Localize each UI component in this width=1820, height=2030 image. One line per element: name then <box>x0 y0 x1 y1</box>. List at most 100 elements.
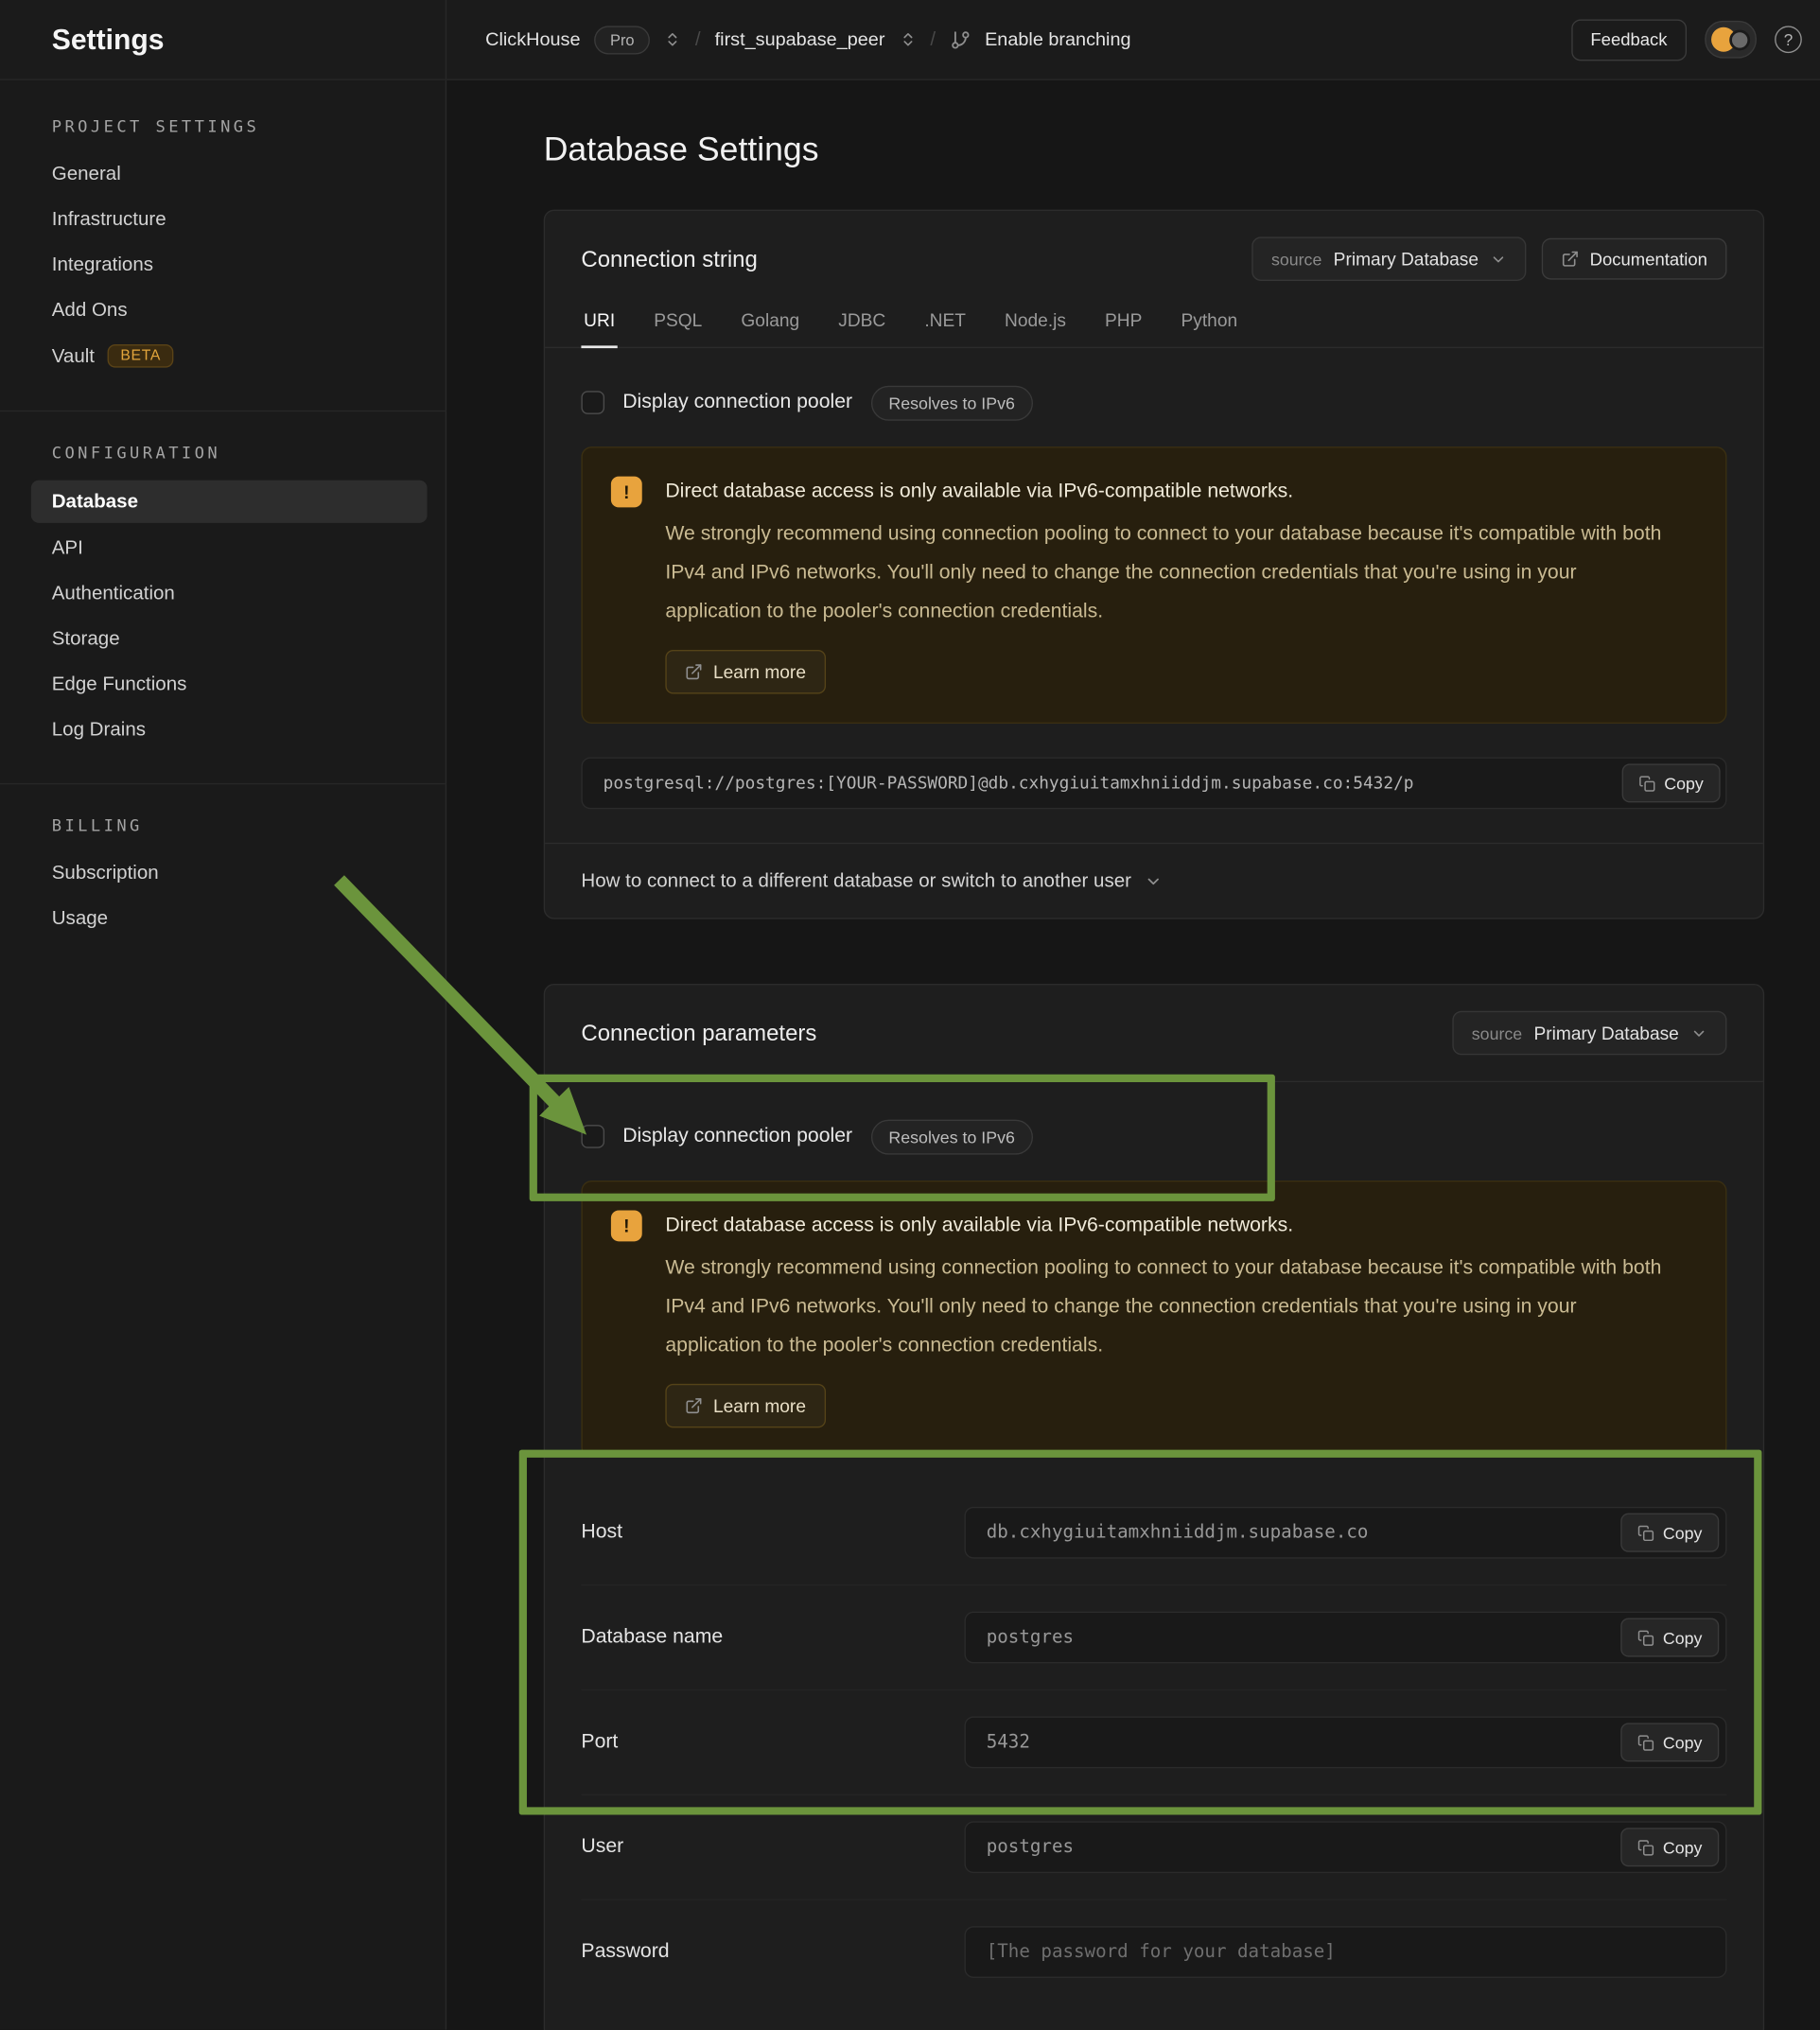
copy-database-name-button[interactable]: Copy <box>1620 1619 1719 1657</box>
copy-uri-button[interactable]: Copy <box>1621 763 1720 802</box>
source-select[interactable]: source Primary Database <box>1452 1011 1726 1056</box>
plan-badge: Pro <box>595 26 650 54</box>
beta-badge: BETA <box>108 344 174 368</box>
field-row-database-name: Database name postgres Copy <box>581 1584 1726 1689</box>
sidebar-item-label: Storage <box>52 628 120 650</box>
feedback-button[interactable]: Feedback <box>1571 19 1687 61</box>
sidebar-divider <box>0 783 446 784</box>
connect-help-toggle[interactable]: How to connect to a different database o… <box>545 843 1763 918</box>
main-content: Database Settings Connection string sour… <box>446 80 1820 2030</box>
sidebar-item-authentication[interactable]: Authentication <box>0 570 446 616</box>
sidebar-item-api[interactable]: API <box>0 526 446 571</box>
source-select[interactable]: source Primary Database <box>1251 236 1526 281</box>
copy-user-button[interactable]: Copy <box>1620 1828 1719 1866</box>
database-name-label: Database name <box>581 1626 964 1650</box>
breadcrumb: ClickHouse Pro / first_supabase_peer / E… <box>485 26 1130 54</box>
copy-icon <box>1637 1629 1654 1646</box>
tab-jdbc[interactable]: JDBC <box>836 299 889 347</box>
sidebar-item-infrastructure[interactable]: Infrastructure <box>0 197 446 242</box>
user-input[interactable]: postgres Copy <box>964 1821 1726 1873</box>
warning-icon: ! <box>611 477 642 508</box>
page-title: Database Settings <box>544 127 1764 171</box>
host-input[interactable]: db.cxhygiuitamxhniiddjm.supabase.co Copy <box>964 1507 1726 1559</box>
field-row-port: Port 5432 Copy <box>581 1689 1726 1794</box>
account-avatar[interactable] <box>1705 21 1757 59</box>
database-name-input[interactable]: postgres Copy <box>964 1612 1726 1664</box>
sidebar-item-log-drains[interactable]: Log Drains <box>0 707 446 752</box>
pooler-label: Display connection pooler <box>622 1125 852 1148</box>
tab-uri[interactable]: URI <box>581 299 617 348</box>
settings-header: Settings <box>0 0 446 79</box>
chevron-down-icon <box>1690 1024 1707 1041</box>
password-label: Password <box>581 1940 964 1964</box>
documentation-button[interactable]: Documentation <box>1542 238 1726 280</box>
chevron-down-icon <box>1145 872 1163 890</box>
copy-label: Copy <box>1664 774 1704 794</box>
settings-sidebar: PROJECT SETTINGS General Infrastructure … <box>0 80 446 2030</box>
connection-string-card: Connection string source Primary Databas… <box>544 210 1764 919</box>
resolves-ipv6-badge: Resolves to IPv6 <box>870 1119 1033 1154</box>
display-connection-pooler-checkbox[interactable] <box>581 391 604 414</box>
org-name[interactable]: ClickHouse <box>485 29 580 50</box>
sidebar-item-usage[interactable]: Usage <box>0 896 446 941</box>
sidebar-item-general[interactable]: General <box>0 151 446 197</box>
breadcrumb-separator: / <box>695 28 701 50</box>
sidebar-item-subscription[interactable]: Subscription <box>0 850 446 896</box>
source-label: source <box>1472 1024 1522 1043</box>
password-input[interactable]: [The password for your database] <box>964 1926 1726 1978</box>
section-title-billing: BILLING <box>0 815 446 850</box>
external-link-icon <box>685 663 703 681</box>
warning-title: Direct database access is only available… <box>665 1210 1662 1241</box>
copy-label: Copy <box>1663 1523 1703 1543</box>
tab-nodejs[interactable]: Node.js <box>1002 299 1068 347</box>
breadcrumb-separator: / <box>930 28 936 50</box>
chevron-updown-icon[interactable] <box>664 29 681 49</box>
sidebar-item-vault[interactable]: Vault BETA <box>0 333 446 379</box>
chevron-down-icon <box>1490 251 1507 268</box>
copy-icon <box>1637 1839 1654 1856</box>
source-value: Primary Database <box>1534 1023 1679 1043</box>
tab-python[interactable]: Python <box>1179 299 1240 347</box>
sidebar-item-database[interactable]: Database <box>31 481 428 523</box>
host-value: db.cxhygiuitamxhniiddjm.supabase.co <box>987 1522 1369 1543</box>
tab-php[interactable]: PHP <box>1102 299 1145 347</box>
connection-string-header: Connection string source Primary Databas… <box>545 211 1763 348</box>
app-title: Settings <box>52 23 165 57</box>
learn-more-button[interactable]: Learn more <box>665 1384 825 1428</box>
sidebar-item-integrations[interactable]: Integrations <box>0 242 446 288</box>
tab-golang[interactable]: Golang <box>739 299 802 347</box>
host-label: Host <box>581 1521 964 1545</box>
sidebar-item-label: Authentication <box>52 583 175 604</box>
external-link-icon <box>1562 250 1580 268</box>
ipv6-warning-box: ! Direct database access is only availab… <box>581 1181 1726 1458</box>
copy-port-button[interactable]: Copy <box>1620 1723 1719 1761</box>
warning-body: We strongly recommend using connection p… <box>665 516 1662 632</box>
connection-uri-value[interactable]: postgresql://postgres:[YOUR-PASSWORD]@db… <box>581 758 1726 810</box>
section-title-configuration: CONFIGURATION <box>0 443 446 478</box>
sidebar-item-label: Edge Functions <box>52 674 187 695</box>
sidebar-item-label: Database <box>52 491 138 513</box>
tab-dotnet[interactable]: .NET <box>922 299 969 347</box>
enable-branching-button[interactable]: Enable branching <box>985 29 1130 50</box>
sidebar-item-storage[interactable]: Storage <box>0 616 446 661</box>
port-input[interactable]: 5432 Copy <box>964 1717 1726 1769</box>
sidebar-item-label: Log Drains <box>52 718 146 740</box>
chevron-updown-icon[interactable] <box>900 29 917 49</box>
copy-host-button[interactable]: Copy <box>1620 1514 1719 1552</box>
warning-icon: ! <box>611 1210 642 1241</box>
help-icon[interactable]: ? <box>1775 26 1802 53</box>
sidebar-item-label: General <box>52 163 121 184</box>
learn-more-button[interactable]: Learn more <box>665 650 825 694</box>
sidebar-item-edge-functions[interactable]: Edge Functions <box>0 661 446 707</box>
copy-label: Copy <box>1663 1628 1703 1648</box>
display-connection-pooler-checkbox[interactable] <box>581 1125 604 1148</box>
port-label: Port <box>581 1731 964 1755</box>
port-value: 5432 <box>987 1732 1030 1753</box>
tab-psql[interactable]: PSQL <box>651 299 705 347</box>
connection-parameter-fields: Host db.cxhygiuitamxhniiddjm.supabase.co… <box>581 1480 1726 2004</box>
user-avatar-icon <box>1729 29 1750 50</box>
sidebar-item-add-ons[interactable]: Add Ons <box>0 288 446 333</box>
copy-icon <box>1637 1524 1654 1541</box>
project-name[interactable]: first_supabase_peer <box>715 29 885 50</box>
connection-string-tabs: URI PSQL Golang JDBC .NET Node.js PHP Py… <box>581 299 1726 347</box>
